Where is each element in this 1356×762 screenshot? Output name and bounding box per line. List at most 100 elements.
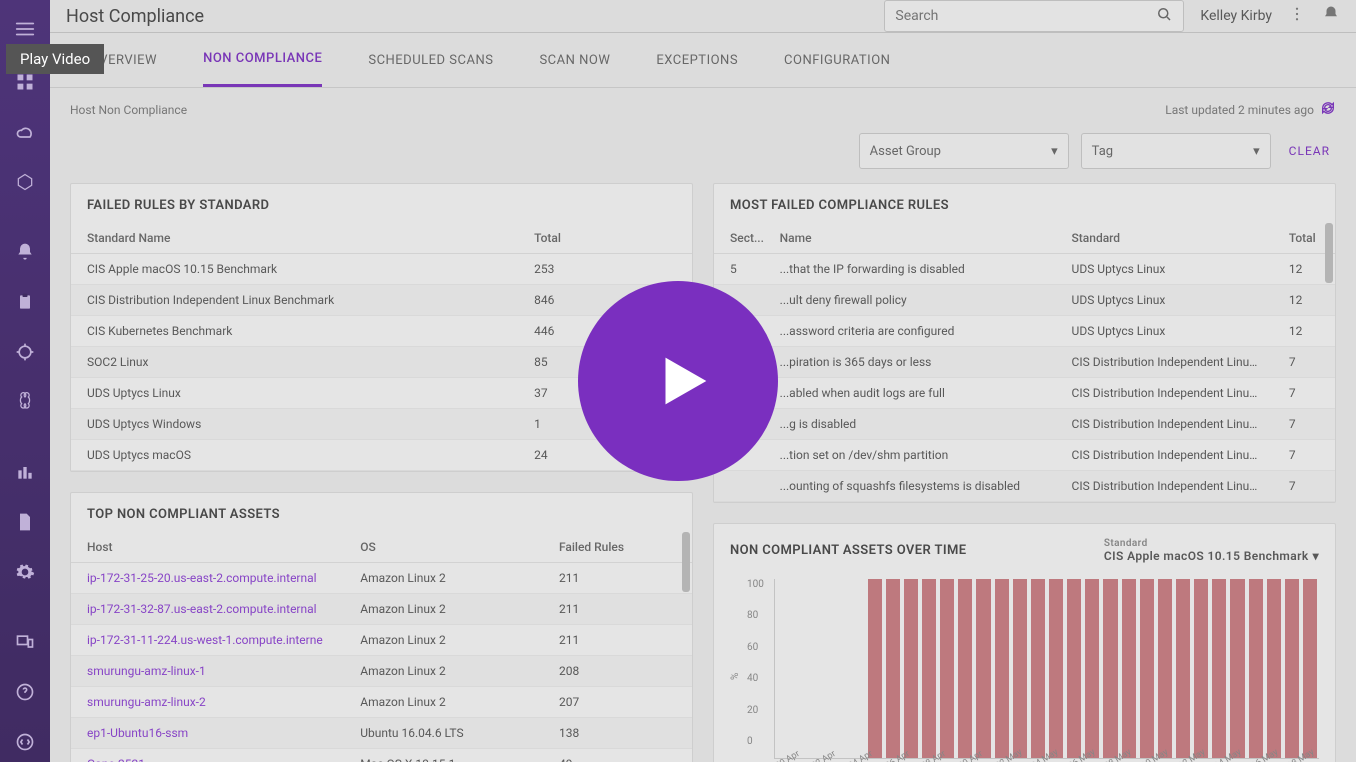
chart-bar[interactable] <box>1194 579 1208 758</box>
search-input[interactable] <box>895 8 1155 24</box>
table-row[interactable]: ep1-Ubuntu16-ssmUbuntu 16.04.6 LTS138 <box>71 718 692 749</box>
table-row[interactable]: ip-172-31-32-87.us-east-2.compute.intern… <box>71 594 692 625</box>
col-os[interactable]: OS <box>344 532 543 563</box>
table-cell: CIS Distribution Independent Linux Bench… <box>71 285 518 316</box>
tab-configuration[interactable]: CONFIGURATION <box>784 35 890 86</box>
sync-icon[interactable] <box>1320 100 1336 119</box>
table-cell: 211 <box>543 594 692 625</box>
y-tick: 80 <box>747 610 764 621</box>
chart-bar[interactable] <box>1212 579 1226 758</box>
card-title: FAILED RULES BY STANDARD <box>71 184 692 223</box>
table-cell: CIS Apple macOS 10.15 Benchmark <box>71 254 518 285</box>
target-icon[interactable] <box>0 332 50 372</box>
chart-bar[interactable] <box>886 579 900 758</box>
help-icon[interactable] <box>0 672 50 712</box>
col-host[interactable]: Host <box>71 532 344 563</box>
col-failed[interactable]: Failed Rules <box>543 532 692 563</box>
card-title: TOP NON COMPLIANT ASSETS <box>71 493 692 532</box>
chart-bar[interactable] <box>1303 579 1317 758</box>
table-cell: SOC2 Linux <box>71 347 518 378</box>
table-row[interactable]: ...abled when audit logs are fullCIS Dis… <box>714 378 1335 409</box>
chart-bar[interactable] <box>940 579 954 758</box>
notifications-icon[interactable] <box>1322 5 1340 27</box>
table-row[interactable]: ip-172-31-25-20.us-east-2.compute.intern… <box>71 563 692 594</box>
table-row[interactable]: 5...that the IP forwarding is disabledUD… <box>714 254 1335 285</box>
tab-scheduled-scans[interactable]: SCHEDULED SCANS <box>368 35 493 86</box>
bell-icon[interactable] <box>0 232 50 272</box>
chart-bar[interactable] <box>1085 579 1099 758</box>
asset-group-select[interactable]: Asset Group ▾ <box>859 133 1069 169</box>
chart-bar[interactable] <box>904 579 918 758</box>
col-total[interactable]: Total <box>518 223 692 254</box>
col-standard[interactable]: Standard Name <box>71 223 518 254</box>
chart-bar[interactable] <box>1249 579 1263 758</box>
chart-bar[interactable] <box>1158 579 1172 758</box>
play-video-badge[interactable]: Play Video <box>6 44 104 74</box>
col-standard[interactable]: Standard <box>1056 223 1273 254</box>
search-icon[interactable] <box>1155 5 1173 27</box>
table-cell <box>714 471 764 502</box>
kubernetes-icon[interactable] <box>0 162 50 202</box>
report-icon[interactable] <box>0 452 50 492</box>
table-row[interactable]: ...piration is 365 days or lessCIS Distr… <box>714 347 1335 378</box>
table-cell: CIS Distribution Independent Linux Bench… <box>1056 378 1273 409</box>
table-row[interactable]: UDS Uptycs macOS24 <box>71 440 692 471</box>
chart-bar[interactable] <box>1122 579 1136 758</box>
chart-bar[interactable] <box>868 579 882 758</box>
scrollbar[interactable] <box>1325 223 1333 502</box>
chart-bar[interactable] <box>995 579 1009 758</box>
chart-bar[interactable] <box>1230 579 1244 758</box>
table-cell: Ubuntu 16.04.6 LTS <box>344 718 543 749</box>
table-cell: ip-172-31-25-20.us-east-2.compute.intern… <box>71 563 344 594</box>
gear-icon[interactable] <box>0 552 50 592</box>
table-row[interactable]: CIS Distribution Independent Linux Bench… <box>71 285 692 316</box>
clipboard-icon[interactable] <box>0 282 50 322</box>
search-box[interactable] <box>884 0 1184 32</box>
top-assets-table: Host OS Failed Rules ip-172-31-25-20.us-… <box>71 532 692 762</box>
col-sect[interactable]: Sect... <box>714 223 764 254</box>
tab-exceptions[interactable]: EXCEPTIONS <box>656 35 738 86</box>
chart-bar[interactable] <box>1031 579 1045 758</box>
standard-select[interactable]: Standard CIS Apple macOS 10.15 Benchmark… <box>1104 538 1319 563</box>
cloud-icon[interactable] <box>0 112 50 152</box>
tab-non-compliance[interactable]: NON COMPLIANCE <box>203 33 322 87</box>
chart-bar[interactable] <box>958 579 972 758</box>
table-cell: CIS Distribution Independent Linux Bench… <box>1056 471 1273 502</box>
chart-bar[interactable] <box>1067 579 1081 758</box>
table-cell: CIS Distribution Independent Linux Bench… <box>1056 440 1273 471</box>
standard-value: CIS Apple macOS 10.15 Benchmark <box>1104 549 1309 563</box>
table-row[interactable]: CIS Apple macOS 10.15 Benchmark253 <box>71 254 692 285</box>
chart-bar[interactable] <box>1176 579 1190 758</box>
user-name[interactable]: Kelley Kirby <box>1200 8 1272 24</box>
table-row[interactable]: ip-172-31-11-224.us-west-1.compute.inter… <box>71 625 692 656</box>
table-row[interactable]: ...assword criteria are configuredUDS Up… <box>714 316 1335 347</box>
chart-bar[interactable] <box>1049 579 1063 758</box>
devices-icon[interactable] <box>0 622 50 662</box>
table-row[interactable]: ...ult deny firewall policyUDS Uptycs Li… <box>714 285 1335 316</box>
play-button[interactable] <box>578 281 778 481</box>
chart-bar[interactable] <box>922 579 936 758</box>
table-row[interactable]: ...ounting of squashfs filesystems is di… <box>714 471 1335 502</box>
code-icon[interactable] <box>0 722 50 762</box>
tab-scan-now[interactable]: SCAN NOW <box>539 35 610 86</box>
table-cell: 207 <box>543 687 692 718</box>
chart-bar[interactable] <box>1267 579 1281 758</box>
chart-bar[interactable] <box>1285 579 1299 758</box>
table-row[interactable]: Gane-2521Mac OS X 10.15.149 <box>71 749 692 762</box>
brain-icon[interactable] <box>0 382 50 422</box>
chart-bar[interactable] <box>1013 579 1027 758</box>
scrollbar[interactable] <box>682 532 690 762</box>
col-name[interactable]: Name <box>764 223 1056 254</box>
tag-select[interactable]: Tag ▾ <box>1081 133 1271 169</box>
file-icon[interactable] <box>0 502 50 542</box>
table-row[interactable]: smurungu-amz-linux-2Amazon Linux 2207 <box>71 687 692 718</box>
chart-bar[interactable] <box>1103 579 1117 758</box>
chart-bar[interactable] <box>1140 579 1154 758</box>
table-row[interactable]: smurungu-amz-linux-1Amazon Linux 2208 <box>71 656 692 687</box>
table-row[interactable]: ...g is disabledCIS Distribution Indepen… <box>714 409 1335 440</box>
kebab-icon[interactable] <box>1288 5 1306 27</box>
table-cell: ep1-Ubuntu16-ssm <box>71 718 344 749</box>
table-row[interactable]: ...tion set on /dev/shm partitionCIS Dis… <box>714 440 1335 471</box>
clear-button[interactable]: CLEAR <box>1283 144 1336 158</box>
chart-bar[interactable] <box>976 579 990 758</box>
